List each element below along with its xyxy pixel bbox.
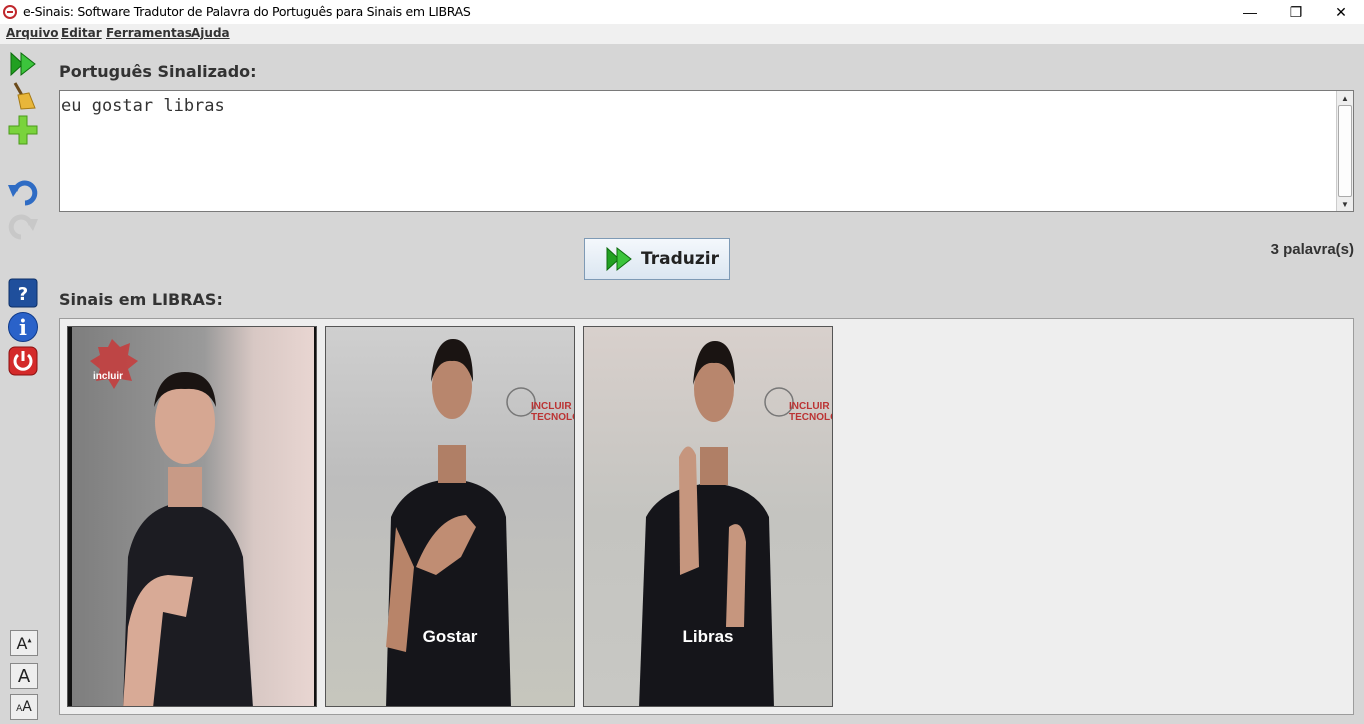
redo-icon: [8, 214, 38, 240]
signs-panel: incluir INCLUIR TECNOLOGIA Gostar INCLUI…: [59, 318, 1354, 715]
sign-video-1[interactable]: incluir: [67, 326, 317, 707]
sign-logo-1: incluir: [93, 371, 124, 382]
font-decrease-icon: A▴: [16, 633, 32, 653]
window-title: e-Sinais: Software Tradutor de Palavra d…: [23, 4, 471, 19]
info-icon: i: [8, 312, 38, 342]
font-increase-button[interactable]: AA: [10, 694, 38, 720]
redo-button[interactable]: [6, 210, 40, 242]
font-increase-icon: AA: [16, 699, 32, 715]
input-label: Português Sinalizado:: [59, 62, 257, 81]
add-button[interactable]: [6, 114, 40, 146]
play-icon: [10, 51, 36, 77]
title-bar: e-Sinais: Software Tradutor de Palavra d…: [0, 0, 1364, 24]
sign-video-3[interactable]: INCLUIR TECNOLOGIA Libras: [583, 326, 833, 707]
close-icon: ✕: [1335, 3, 1347, 20]
add-icon: [8, 115, 38, 145]
menu-ferramentas[interactable]: Ferramentas: [106, 26, 192, 40]
help-icon: ?: [8, 278, 38, 308]
exit-button[interactable]: [6, 345, 40, 377]
portuguese-text-value[interactable]: eu gostar libras: [61, 96, 225, 116]
sign-video-2[interactable]: INCLUIR TECNOLOGIA Gostar: [325, 326, 575, 707]
app-logo-icon: [3, 5, 17, 19]
signer-figure: [386, 339, 536, 706]
sign-logo-2: INCLUIR TECNOLOGIA: [531, 401, 574, 423]
undo-button[interactable]: [6, 176, 40, 208]
help-button[interactable]: ?: [6, 277, 40, 309]
undo-icon: [8, 180, 38, 206]
signer-figure: [68, 327, 316, 706]
sign-caption-3: Libras: [682, 627, 734, 646]
word-count: 3 palavra(s): [1270, 241, 1354, 258]
clear-button[interactable]: [6, 80, 40, 112]
signer-figure: [639, 341, 794, 706]
font-default-button[interactable]: A: [10, 663, 38, 689]
minimize-icon: —: [1243, 4, 1257, 20]
scroll-down-icon[interactable]: ▼: [1337, 197, 1353, 211]
info-button[interactable]: i: [6, 311, 40, 343]
scroll-thumb[interactable]: [1338, 105, 1352, 197]
sign-caption-2: Gostar: [422, 627, 478, 646]
play-icon: [606, 246, 632, 272]
font-decrease-button[interactable]: A▴: [10, 630, 38, 656]
broom-icon: [13, 82, 36, 110]
minimize-button[interactable]: —: [1227, 0, 1273, 24]
scroll-up-icon[interactable]: ▲: [1337, 91, 1353, 105]
svg-text:?: ?: [18, 284, 28, 305]
translate-button[interactable]: Traduzir: [584, 238, 730, 280]
power-icon: [8, 346, 38, 376]
svg-text:i: i: [19, 315, 27, 340]
restore-button[interactable]: ❐: [1273, 0, 1319, 24]
play-button[interactable]: [6, 48, 40, 80]
signs-label: Sinais em LIBRAS:: [59, 290, 223, 309]
menu-arquivo[interactable]: Arquivo: [6, 26, 59, 40]
menu-editar[interactable]: Editar: [61, 26, 102, 40]
portuguese-text-area[interactable]: eu gostar libras ▲ ▼: [59, 90, 1354, 212]
menu-bar: Arquivo Editar Ferramentas Ajuda: [0, 24, 1364, 44]
sign-logo-3: INCLUIR TECNOLOGIA: [789, 401, 832, 423]
menu-ajuda[interactable]: Ajuda: [191, 26, 230, 40]
text-area-scrollbar[interactable]: ▲ ▼: [1336, 91, 1353, 211]
translate-label: Traduzir: [641, 249, 719, 269]
restore-icon: ❐: [1289, 3, 1303, 20]
close-button[interactable]: ✕: [1318, 0, 1364, 24]
font-default-icon: A: [17, 665, 31, 687]
